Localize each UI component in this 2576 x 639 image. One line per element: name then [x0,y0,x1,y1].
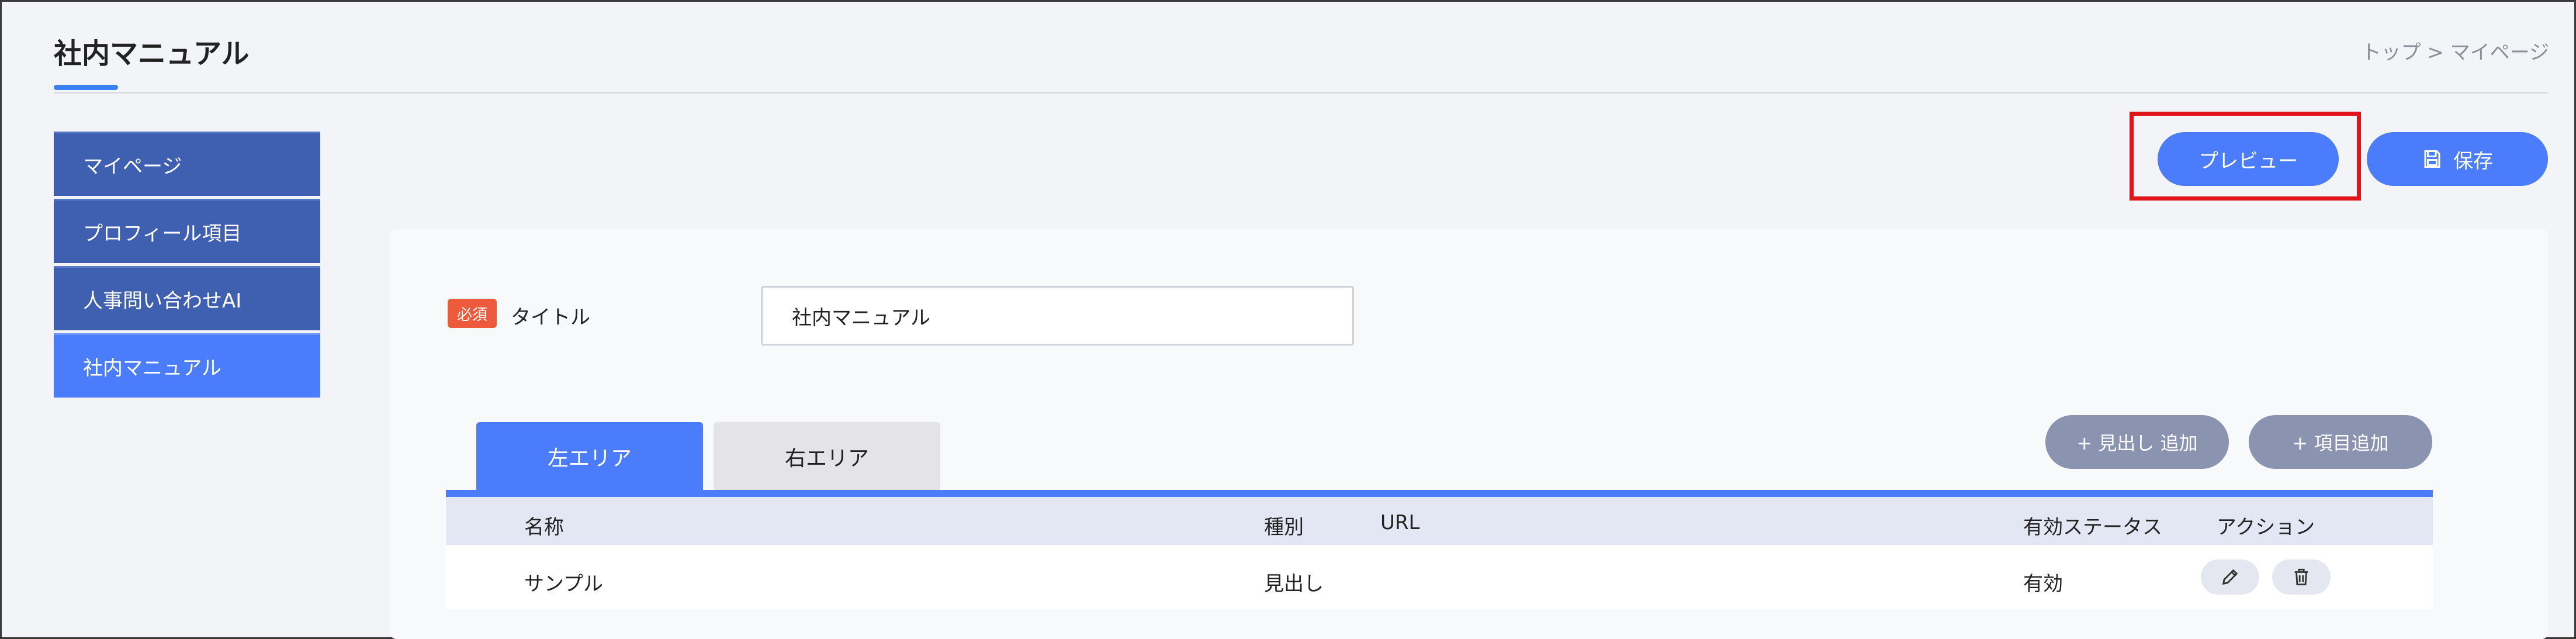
table-row [446,545,2433,609]
required-badge: 必須 [448,299,497,328]
breadcrumb[interactable]: トップ > マイページ [2362,36,2549,65]
title-input-value: 社内マニュアル [792,306,930,330]
sidebar-item-hr-ai[interactable]: 人事問い合わせAI [54,266,320,330]
save-button[interactable]: 保存 [2367,132,2548,186]
row-type: 見出し [1264,572,1324,596]
sidebar-item-label: 社内マニュアル [83,357,221,380]
delete-button[interactable] [2272,559,2331,595]
sidebar-item-mypage[interactable]: マイページ [54,132,320,196]
preview-button[interactable]: プレビュー [2158,132,2339,186]
column-header-url: URL [1380,511,1420,534]
edit-button[interactable] [2201,559,2259,595]
sidebar-item-profile-fields[interactable]: プロフィール項目 [54,199,320,263]
pencil-icon [2222,569,2238,585]
column-header-name: 名称 [524,516,564,539]
row-status: 有効 [2023,572,2063,596]
tab-content-bar [446,490,2433,497]
tab-left-area[interactable]: 左エリア [476,422,703,491]
sidebar-item-label: プロフィール項目 [83,222,242,246]
title-input[interactable]: 社内マニュアル [761,286,1354,346]
save-icon [2424,150,2440,168]
add-heading-button[interactable]: + 見出し 追加 [2045,415,2229,469]
sidebar-item-label: 人事問い合わせAI [83,289,242,313]
title-underline [54,85,118,90]
column-header-type: 種別 [1264,516,1304,539]
sidebar-item-label: マイページ [83,155,182,178]
row-name: サンプル [524,572,603,596]
save-button-label: 保存 [2453,149,2493,173]
add-item-button[interactable]: + 項目追加 [2249,415,2432,469]
column-header-action: アクション [2217,516,2315,539]
column-header-status: 有効ステータス [2023,516,2162,539]
tab-right-area[interactable]: 右エリア [714,422,940,491]
title-field-label: タイトル [511,306,590,329]
sidebar: マイページ プロフィール項目 人事問い合わせAI 社内マニュアル [54,132,320,398]
trash-icon [2294,568,2308,586]
sidebar-item-manual[interactable]: 社内マニュアル [54,333,320,398]
header-divider [54,92,2548,94]
page-title: 社内マニュアル [54,37,250,70]
